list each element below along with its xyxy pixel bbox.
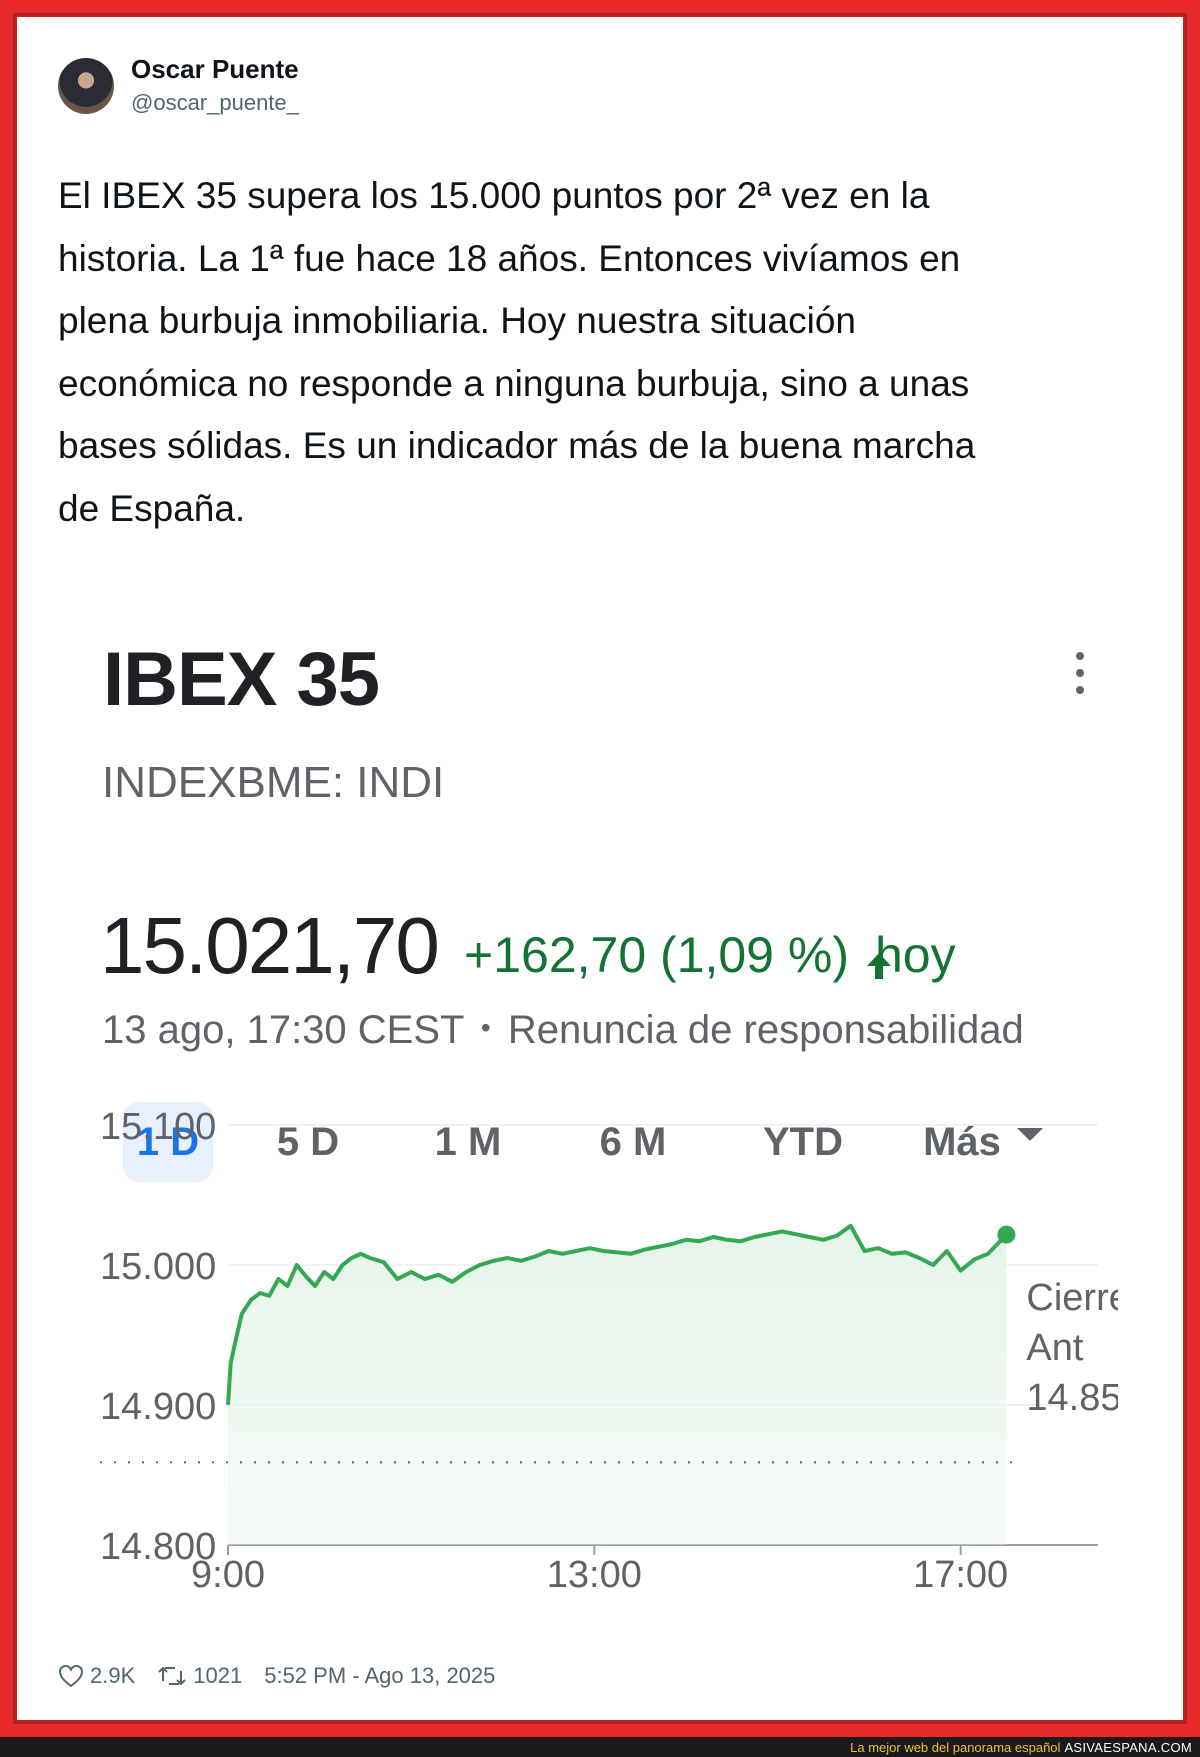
avatar[interactable] (58, 58, 114, 114)
like-button[interactable]: 2.9K (58, 1663, 135, 1689)
tweet-text: El IBEX 35 supera los 15.000 puntos por … (58, 175, 976, 529)
retweet-icon (158, 1666, 186, 1686)
y-tick-label: 14.900 (100, 1386, 216, 1428)
tweet-datetime[interactable]: 5:52 PM - Ago 13, 2025 (264, 1663, 495, 1689)
author-name[interactable]: Oscar Puente (131, 54, 299, 85)
disclaimer-link[interactable]: Renuncia de responsabilidad (508, 1008, 1024, 1052)
price-chart[interactable]: 15.10015.00014.90014.800CierreAnt14.859,… (58, 1090, 1118, 1610)
heart-icon (58, 1664, 84, 1688)
price-area (228, 1225, 1007, 1545)
previous-close-label: Cierre (1026, 1277, 1118, 1319)
site-footer: La mejor web del panorama español ASIVAE… (0, 1737, 1200, 1757)
ticker-title: IBEX 35 (103, 637, 380, 722)
quote-timestamp: 13 ago, 17:30 CEST (102, 1008, 464, 1052)
like-count: 2.9K (90, 1663, 136, 1688)
change-value: +162,70 (1,09 %) (464, 927, 849, 983)
tweet-actions: 2.9K 1021 5:52 PM - Ago 13, 2025 (58, 1658, 517, 1694)
y-tick-label: 15.100 (100, 1106, 216, 1148)
retweet-button[interactable]: 1021 (157, 1663, 242, 1689)
price-change: +162,70 (1,09 %) hoy (464, 926, 956, 984)
footer-site[interactable]: ASIVAESPANA.COM (1064, 1740, 1192, 1755)
more-options-icon[interactable] (1070, 652, 1090, 694)
quote-timestamp-line: 13 ago, 17:30 CEST • Renuncia de respons… (102, 1008, 1024, 1053)
tweet-datetime-wrap: 5:52 PM - Ago 13, 2025 (264, 1663, 495, 1689)
previous-close-label: 14.859,00 (1026, 1377, 1118, 1419)
x-tick-label: 13:00 (547, 1554, 642, 1596)
retweet-count: 1021 (193, 1663, 243, 1688)
previous-close-label: Ant (1026, 1327, 1083, 1369)
footer-tagline: La mejor web del panorama español (850, 1739, 1061, 1755)
author-handle[interactable]: @oscar_puente_ (131, 90, 299, 116)
x-tick-label: 17:00 (913, 1554, 1008, 1596)
y-tick-label: 15.000 (100, 1246, 216, 1288)
separator-dot: • (480, 1012, 491, 1043)
current-price: 15.021,70 (100, 901, 440, 990)
exchange-code: INDEXBME: INDI (102, 758, 445, 807)
last-price-dot (997, 1225, 1016, 1244)
x-tick-label: 9:00 (191, 1554, 265, 1596)
